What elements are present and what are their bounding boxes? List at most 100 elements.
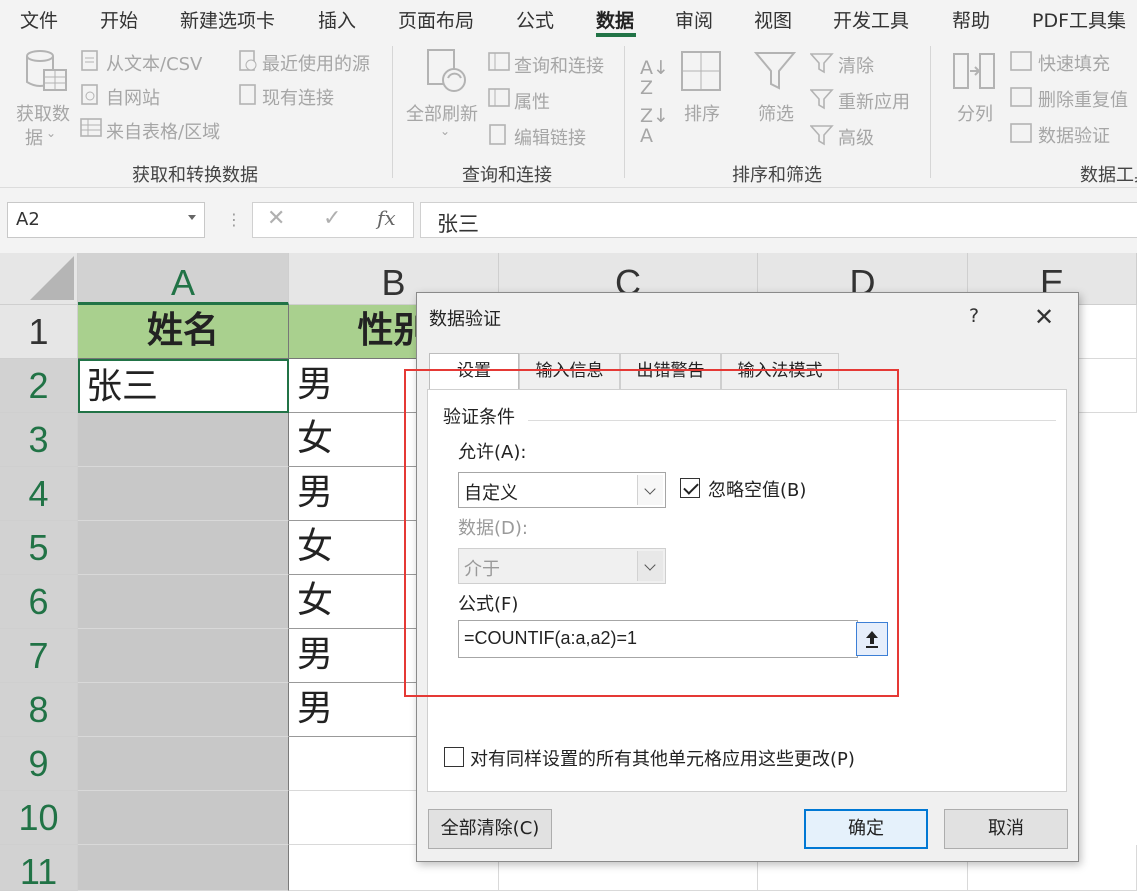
chevron-down-icon[interactable] [637, 475, 663, 505]
cell-a10[interactable] [78, 791, 289, 845]
chevron-down-icon[interactable] [637, 551, 663, 581]
name-box[interactable]: A2 [7, 202, 205, 238]
queries-connections-button[interactable]: 查询和连接 [514, 52, 604, 78]
cell-a8[interactable] [78, 683, 289, 737]
tab-review[interactable]: 审阅 [675, 6, 713, 33]
ribbon: 获取数 据 ⌄ 从文本/CSV 自网站 来自表格/区域 最近使用的源 现有连接 … [0, 38, 1137, 188]
range-select-icon [866, 631, 878, 648]
allow-select[interactable]: 自定义 [458, 472, 666, 508]
tab-home[interactable]: 开始 [100, 6, 138, 33]
chevron-down-icon: ⌄ [46, 126, 57, 140]
column-header-a[interactable]: A [78, 253, 289, 305]
sort-icon[interactable] [680, 50, 722, 92]
name-box-value: A2 [16, 209, 40, 230]
insert-function-icon[interactable]: fx [377, 206, 396, 230]
from-text-csv-button[interactable]: 从文本/CSV [106, 50, 202, 76]
web-icon [80, 84, 100, 106]
tab-pdf-tools[interactable]: PDF工具集 [1032, 6, 1126, 33]
cancel-button[interactable]: 取消 [944, 809, 1068, 849]
filter-icon[interactable] [754, 50, 796, 92]
row-header-6[interactable]: 6 [0, 575, 78, 629]
remove-duplicates-button[interactable]: 删除重复值 [1038, 86, 1128, 112]
refresh-all-icon[interactable] [424, 48, 470, 96]
chevron-down-icon[interactable] [188, 215, 196, 220]
sort-az-icon[interactable]: A↓ Z [640, 58, 669, 98]
cancel-icon[interactable]: ✕ [267, 206, 285, 231]
advanced-button[interactable]: 高级 [838, 124, 874, 150]
row-header-2[interactable]: 2 [0, 359, 78, 413]
data-label: 数据(D): [458, 518, 528, 539]
row-header-7[interactable]: 7 [0, 629, 78, 683]
tab-input-message[interactable]: 输入信息 [519, 353, 620, 389]
row-header-1[interactable]: 1 [0, 305, 78, 359]
select-all-corner[interactable] [0, 253, 78, 305]
group-label-data-tools: 数据工具 [1080, 165, 1137, 186]
data-select[interactable]: 介于 [458, 548, 666, 584]
get-data-button[interactable]: 获取数 [16, 100, 70, 126]
row-header-11[interactable]: 11 [0, 845, 78, 891]
row-header-4[interactable]: 4 [0, 467, 78, 521]
recent-sources-icon [238, 50, 258, 72]
flash-fill-button[interactable]: 快速填充 [1038, 50, 1110, 76]
tab-insert[interactable]: 插入 [318, 6, 356, 33]
tab-data[interactable]: 数据 [596, 6, 634, 33]
recent-sources-button[interactable]: 最近使用的源 [262, 50, 370, 76]
sort-button[interactable]: 排序 [684, 100, 720, 126]
edit-links-button[interactable]: 编辑链接 [514, 124, 586, 150]
properties-button[interactable]: 属性 [514, 88, 550, 114]
collapse-dialog-button[interactable] [856, 622, 888, 656]
formula-field[interactable]: =COUNTIF(a:a,a2)=1 [458, 620, 858, 658]
row-header-8[interactable]: 8 [0, 683, 78, 737]
row-header-5[interactable]: 5 [0, 521, 78, 575]
ribbon-separator [624, 46, 625, 178]
reapply-button[interactable]: 重新应用 [838, 88, 910, 114]
help-icon[interactable]: ? [969, 305, 979, 327]
cell-a9[interactable] [78, 737, 289, 791]
cell-a6[interactable] [78, 575, 289, 629]
formula-input[interactable]: 张三 [420, 202, 1137, 238]
tab-file[interactable]: 文件 [20, 6, 58, 33]
tab-help[interactable]: 帮助 [952, 6, 990, 33]
cell-a5[interactable] [78, 521, 289, 575]
cell-a4[interactable] [78, 467, 289, 521]
from-web-button[interactable]: 自网站 [106, 84, 160, 110]
existing-connections-button[interactable]: 现有连接 [262, 84, 334, 110]
tab-error-alert[interactable]: 出错警告 [620, 353, 721, 389]
refresh-all-button[interactable]: 全部刷新 [406, 100, 478, 126]
from-table-range-button[interactable]: 来自表格/区域 [106, 118, 220, 144]
ok-button[interactable]: 确定 [804, 809, 928, 849]
enter-icon[interactable]: ✓ [323, 206, 341, 231]
settings-panel: 验证条件 允许(A): 自定义 忽略空值(B) 数据(D): 介于 公式(F) … [427, 389, 1067, 792]
cell-a7[interactable] [78, 629, 289, 683]
clear-all-button[interactable]: 全部清除(C) [428, 809, 552, 849]
tab-developer[interactable]: 开发工具 [833, 6, 909, 33]
close-icon[interactable]: ✕ [1034, 303, 1054, 331]
text-to-columns-button[interactable]: 分列 [957, 100, 993, 126]
cell-a3[interactable] [78, 413, 289, 467]
data-validation-button[interactable]: 数据验证 [1038, 122, 1110, 148]
apply-all-checkbox[interactable] [444, 747, 464, 767]
row-header-9[interactable]: 9 [0, 737, 78, 791]
ignore-blank-checkbox[interactable] [680, 478, 700, 498]
filter-button[interactable]: 筛选 [758, 100, 794, 126]
get-data-button-line2[interactable]: 据 [25, 124, 43, 150]
cell-a11[interactable] [78, 845, 289, 891]
ignore-blank-label: 忽略空值(B) [708, 480, 807, 501]
data-select-value: 介于 [464, 559, 500, 580]
tab-ime-mode[interactable]: 输入法模式 [721, 353, 839, 389]
database-icon[interactable] [24, 48, 70, 94]
row-header-10[interactable]: 10 [0, 791, 78, 845]
clear-button[interactable]: 清除 [838, 52, 874, 78]
more-options-icon[interactable]: ⋮ [226, 210, 242, 229]
text-to-columns-icon[interactable] [952, 50, 996, 92]
tab-settings[interactable]: 设置 [429, 353, 519, 391]
cell-a2[interactable]: 张三 [78, 359, 289, 413]
tab-new[interactable]: 新建选项卡 [180, 6, 275, 33]
properties-icon [488, 88, 510, 108]
tab-view[interactable]: 视图 [754, 6, 792, 33]
tab-page-layout[interactable]: 页面布局 [398, 6, 474, 33]
cell-a1[interactable]: 姓名 [78, 305, 289, 359]
row-header-3[interactable]: 3 [0, 413, 78, 467]
sort-za-icon[interactable]: Z↓ A [640, 106, 669, 146]
tab-formulas[interactable]: 公式 [516, 6, 554, 33]
